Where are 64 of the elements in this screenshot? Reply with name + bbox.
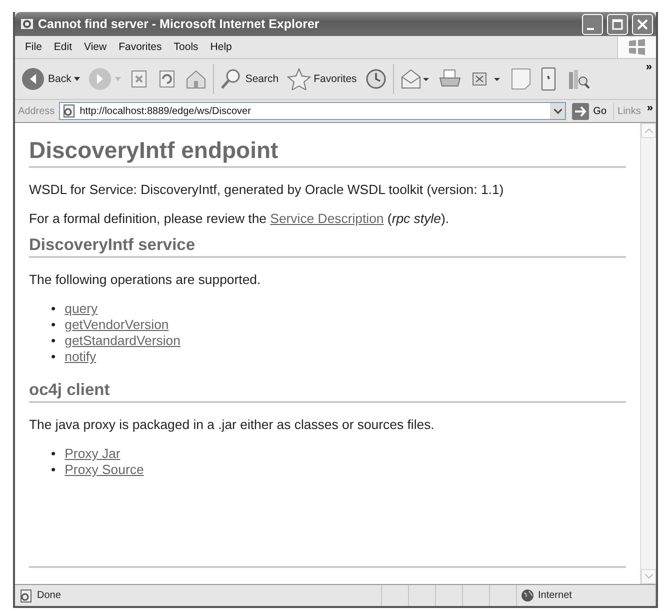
windows-flag-icon xyxy=(627,38,647,56)
minimize-icon xyxy=(587,28,594,30)
list-link[interactable]: Proxy Jar xyxy=(64,446,120,462)
clock-icon[interactable] xyxy=(364,68,387,90)
toolbar-label[interactable]: Favorites xyxy=(314,73,357,85)
bullet: • xyxy=(51,333,56,349)
bullet: • xyxy=(51,446,56,462)
list-link[interactable]: getStandardVersion xyxy=(64,333,180,349)
note-icon[interactable] xyxy=(510,67,532,91)
chevron-down-icon xyxy=(554,108,562,114)
menu-item[interactable]: Favorites xyxy=(114,39,167,55)
chevron-down-icon xyxy=(644,574,652,579)
envelope-icon[interactable] xyxy=(400,68,430,90)
section-heading: DiscoveryIntf service xyxy=(29,236,626,258)
home-icon[interactable] xyxy=(185,68,208,90)
maximize-button[interactable] xyxy=(607,14,628,34)
paragraph: For a formal definition, please review the Service Description (rpc style). xyxy=(29,211,450,226)
bullet: • xyxy=(51,462,56,478)
page-heading: DiscoveryIntf endpoint xyxy=(29,137,626,168)
close-button[interactable] xyxy=(632,14,653,34)
window-title: Cannot find server - Microsoft Internet Explorer xyxy=(38,17,320,31)
section-heading: oc4j client xyxy=(29,381,626,403)
tablet-icon[interactable] xyxy=(540,67,558,91)
list-link[interactable]: getVendorVersion xyxy=(64,317,169,333)
list-link[interactable]: query xyxy=(64,301,98,317)
more-chevron[interactable]: » xyxy=(646,61,652,73)
list-link[interactable]: notify xyxy=(64,349,96,365)
menu-item[interactable]: File xyxy=(20,39,47,55)
status-text: Done xyxy=(37,590,61,601)
address-label: Address xyxy=(18,106,55,116)
toolbar-label[interactable]: Search xyxy=(245,73,279,85)
list-link[interactable]: Proxy Source xyxy=(64,462,144,478)
arrow-right-icon xyxy=(572,102,590,120)
toolbar-label[interactable]: Back xyxy=(48,73,72,85)
menu-item[interactable]: Tools xyxy=(168,39,204,55)
service-description-link[interactable]: Service Description xyxy=(270,211,384,226)
menu-item[interactable]: Help xyxy=(205,39,237,55)
search-icon[interactable] xyxy=(220,68,242,90)
chevron-up-icon xyxy=(644,128,652,133)
page-icon xyxy=(19,588,33,602)
bullet: • xyxy=(51,317,56,333)
more-chevron[interactable]: » xyxy=(646,102,653,114)
maximize-icon xyxy=(612,18,623,30)
menu-item[interactable]: Edit xyxy=(48,39,78,55)
bullet: • xyxy=(51,349,56,365)
close-icon xyxy=(637,18,648,30)
globe-icon xyxy=(521,589,534,602)
star-icon[interactable] xyxy=(286,68,311,90)
stop-icon[interactable] xyxy=(129,69,150,89)
dropdown-button[interactable] xyxy=(550,103,566,119)
paragraph: The following operations are supported. xyxy=(29,272,262,287)
menu-item[interactable]: View xyxy=(79,39,112,55)
page-icon xyxy=(62,104,76,118)
minimize-button[interactable] xyxy=(582,14,603,34)
go-button[interactable]: Go xyxy=(570,102,614,120)
browser-logo-icon xyxy=(20,17,34,31)
address-url: http://localhost:8889/edge/ws/Discover xyxy=(80,106,251,116)
refresh-icon[interactable] xyxy=(157,69,178,89)
caret-icon[interactable] xyxy=(74,77,80,81)
zone-text: Internet xyxy=(538,590,572,601)
bullet: • xyxy=(51,301,56,317)
address-field[interactable]: http://localhost:8889/edge/ws/Discover xyxy=(58,102,566,120)
paragraph: WSDL for Service: DiscoveryIntf, generated by Oracle WSDL toolkit (version: 1.1) xyxy=(29,182,505,197)
paragraph: The java proxy is packaged in a .jar either as classes or sources files. xyxy=(29,417,436,432)
